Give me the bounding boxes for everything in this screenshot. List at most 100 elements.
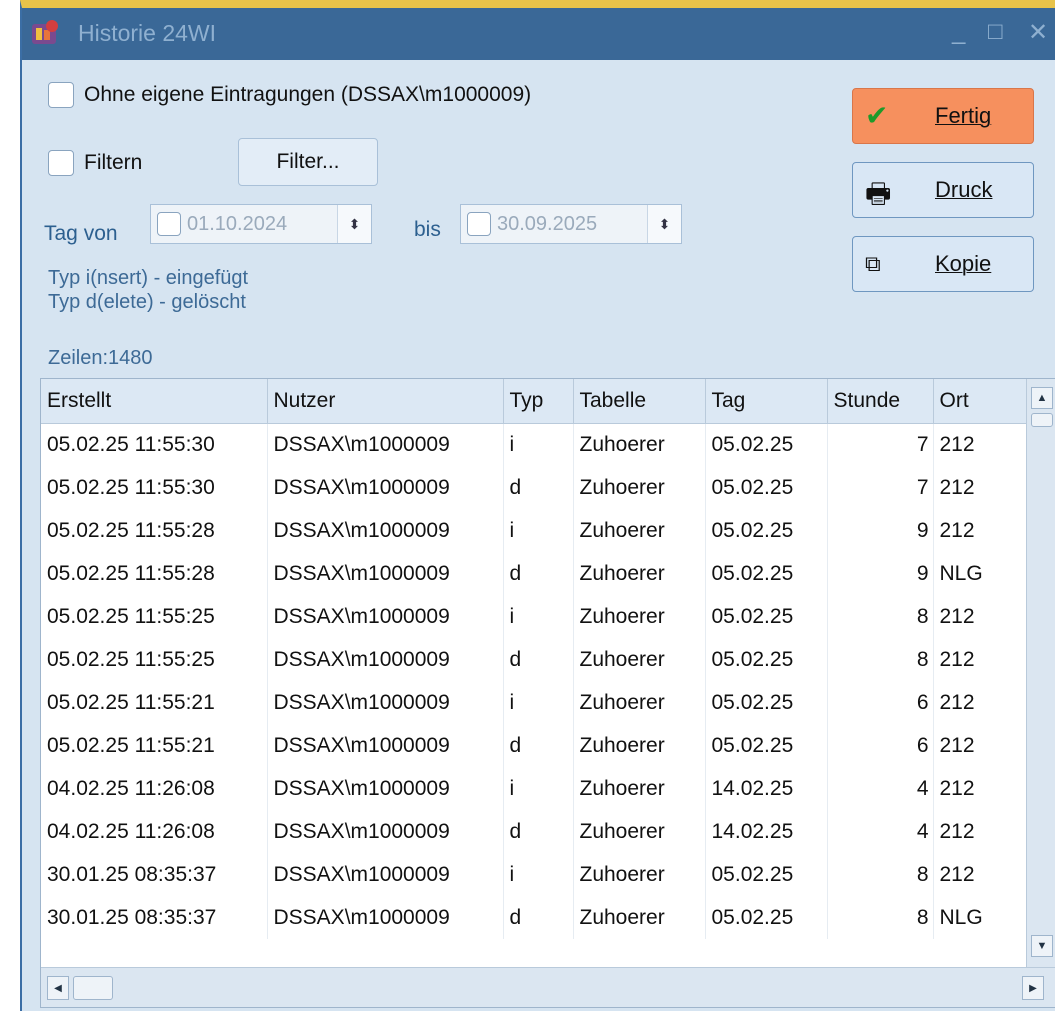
vertical-scroll-thumb[interactable] [1031,413,1053,427]
cell-typ: i [503,767,574,810]
close-button[interactable]: ✕ [1028,18,1048,47]
cell-nutzer: DSSAX\m1000009 [267,681,504,724]
cell-tag: 14.02.25 [705,810,828,853]
cell-erstellt: 05.02.25 11:55:28 [41,509,268,552]
table-row[interactable]: 05.02.25 11:55:30 DSSAX\m1000009 i Zuhoerer… [41,423,1028,466]
cell-tabelle: Zuhoerer [573,681,706,724]
table-row[interactable]: 04.02.25 11:26:08 DSSAX\m1000009 i Zuhoerer… [41,767,1028,810]
cell-tabelle: Zuhoerer [573,896,706,939]
cell-stunde: 4 [827,767,934,810]
column-header-erstellt[interactable]: Erstellt [41,379,268,424]
minimize-button[interactable]: _ [952,18,965,46]
cell-typ: d [503,552,574,595]
scroll-left-icon[interactable]: ◀ [47,976,69,1000]
cell-ort: 212 [933,509,1028,552]
column-header-typ[interactable]: Typ [503,379,574,424]
cell-typ: d [503,810,574,853]
cell-erstellt: 05.02.25 11:55:28 [41,552,268,595]
copy-icon: ⧉ [865,251,881,276]
cell-tabelle: Zuhoerer [573,552,706,595]
date-from-field[interactable]: 01.10.2024 ⬍ [150,204,372,244]
horizontal-scrollbar[interactable]: ◀ ▶ [41,967,1055,1007]
fertig-button[interactable]: ✔ Fertig [852,88,1034,144]
cell-ort: 212 [933,466,1028,509]
cell-typ: i [503,595,574,638]
checkbox-box[interactable] [48,82,74,108]
table-row[interactable]: 05.02.25 11:55:25 DSSAX\m1000009 i Zuhoerer… [41,595,1028,638]
scroll-down-icon[interactable]: ▼ [1031,935,1053,957]
cell-nutzer: DSSAX\m1000009 [267,767,504,810]
cell-erstellt: 05.02.25 11:55:30 [41,423,268,466]
cell-stunde: 9 [827,552,934,595]
scroll-up-icon[interactable]: ▲ [1031,387,1053,409]
cell-nutzer: DSSAX\m1000009 [267,552,504,595]
date-to-spinner-icon[interactable]: ⬍ [647,205,681,243]
cell-erstellt: 05.02.25 11:55:21 [41,724,268,767]
table-row[interactable]: 05.02.25 11:55:28 DSSAX\m1000009 d Zuhoerer… [41,552,1028,595]
table-row[interactable]: 30.01.25 08:35:37 DSSAX\m1000009 d Zuhoerer… [41,896,1028,939]
filter-button[interactable]: Filter... [238,138,378,186]
table-row[interactable]: 05.02.25 11:55:30 DSSAX\m1000009 d Zuhoerer… [41,466,1028,509]
column-header-tabelle[interactable]: Tabelle [573,379,706,424]
cell-tag: 05.02.25 [705,853,828,896]
vertical-scrollbar[interactable]: ▲ ▼ [1026,379,1055,967]
cell-typ: i [503,423,574,466]
date-to-value: 30.09.2025 [497,212,598,235]
checkbox-box[interactable] [48,150,74,176]
cell-tag: 05.02.25 [705,595,828,638]
cell-tag: 14.02.25 [705,767,828,810]
filtern-checkbox[interactable]: Filtern [48,150,142,176]
table-row[interactable]: 05.02.25 11:55:25 DSSAX\m1000009 d Zuhoerer… [41,638,1028,681]
cell-ort: 212 [933,853,1028,896]
cell-stunde: 7 [827,466,934,509]
cell-erstellt: 05.02.25 11:55:25 [41,638,268,681]
printer-icon: 🖶 [865,178,892,209]
history-window: Historie 24WI _ □ ✕ Ohne eigene Eintragu… [20,0,1055,1011]
druck-label: Druck [935,177,993,202]
kopie-button[interactable]: ⧉ Kopie [852,236,1034,292]
cell-tabelle: Zuhoerer [573,509,706,552]
table-row[interactable]: 05.02.25 11:55:28 DSSAX\m1000009 i Zuhoerer… [41,509,1028,552]
cell-tabelle: Zuhoerer [573,638,706,681]
cell-tabelle: Zuhoerer [573,423,706,466]
column-header-nutzer[interactable]: Nutzer [267,379,504,424]
history-table[interactable]: Erstellt Nutzer Typ Tabelle Tag Stunde Ort 05.… [40,378,1055,1008]
date-to-checkbox[interactable] [467,212,491,236]
ohne-eigene-checkbox[interactable]: Ohne eigene Eintragungen (DSSAX\m1000009… [48,82,531,108]
column-header-tag[interactable]: Tag [705,379,828,424]
cell-tabelle: Zuhoerer [573,595,706,638]
cell-typ: d [503,638,574,681]
cell-ort: 212 [933,595,1028,638]
cell-typ: i [503,853,574,896]
date-to-field[interactable]: 30.09.2025 ⬍ [460,204,682,244]
cell-nutzer: DSSAX\m1000009 [267,810,504,853]
date-from-spinner-icon[interactable]: ⬍ [337,205,371,243]
cell-typ: d [503,724,574,767]
cell-typ: d [503,466,574,509]
table-row[interactable]: 30.01.25 08:35:37 DSSAX\m1000009 i Zuhoerer… [41,853,1028,896]
cell-tag: 05.02.25 [705,552,828,595]
column-header-stunde[interactable]: Stunde [827,379,934,424]
table-row[interactable]: 05.02.25 11:55:21 DSSAX\m1000009 i Zuhoerer… [41,681,1028,724]
table-row[interactable]: 04.02.25 11:26:08 DSSAX\m1000009 d Zuhoerer… [41,810,1028,853]
maximize-button[interactable]: □ [988,18,1003,46]
horizontal-scroll-thumb[interactable] [73,976,113,1000]
cell-ort: NLG [933,896,1028,939]
column-header-ort[interactable]: Ort [933,379,1028,424]
cell-ort: 212 [933,638,1028,681]
table-row[interactable]: 05.02.25 11:55:21 DSSAX\m1000009 d Zuhoerer… [41,724,1028,767]
date-from-checkbox[interactable] [157,212,181,236]
druck-button[interactable]: 🖶 Druck [852,162,1034,218]
cell-ort: 212 [933,767,1028,810]
legend-insert: Typ i(nsert) - eingefügt [48,267,249,289]
cell-tag: 05.02.25 [705,638,828,681]
app-logo-icon [32,20,58,44]
dialog-content: Ohne eigene Eintragungen (DSSAX\m1000009… [22,60,1055,1011]
cell-typ: i [503,681,574,724]
cell-nutzer: DSSAX\m1000009 [267,466,504,509]
title-bar[interactable]: Historie 24WI _ □ ✕ [22,8,1055,60]
cell-ort: 212 [933,724,1028,767]
scroll-right-icon[interactable]: ▶ [1022,976,1044,1000]
cell-nutzer: DSSAX\m1000009 [267,853,504,896]
bis-label: bis [414,218,441,241]
